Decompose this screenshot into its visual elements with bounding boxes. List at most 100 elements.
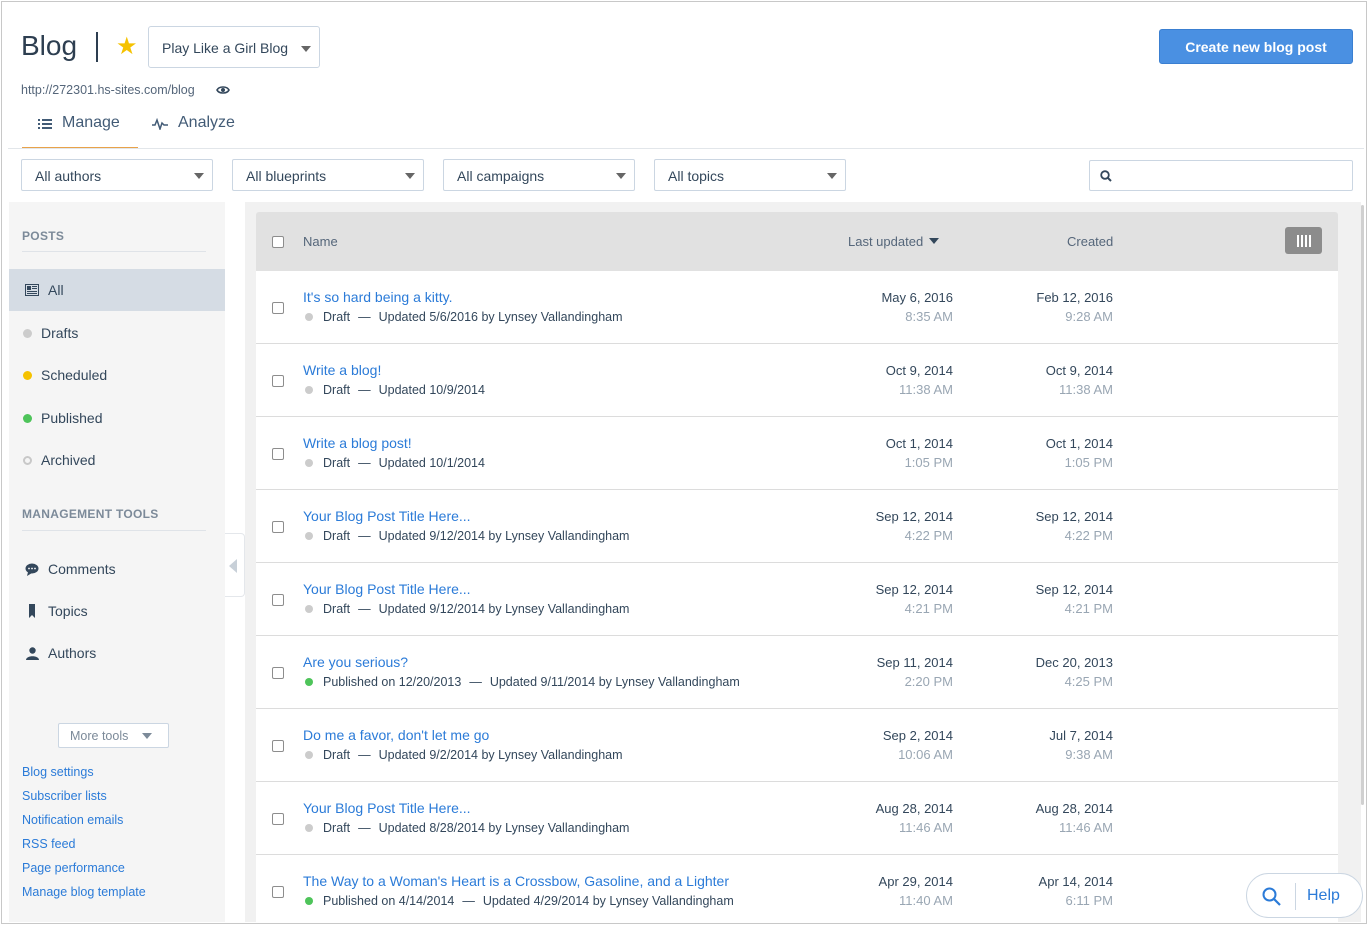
sidebar-item-scheduled[interactable]: Scheduled [9,354,225,396]
collapse-sidebar-button[interactable] [225,533,245,597]
table-row[interactable]: It's so hard being a kitty. Draft — Updated… [256,271,1338,344]
rss-feed-link[interactable]: RSS feed [22,837,76,851]
last-updated-date: Oct 1, 2014 [885,436,953,451]
manage-blog-template-link[interactable]: Manage blog template [22,885,146,899]
sidebar-item-label: Authors [48,645,97,661]
sidebar-item-drafts[interactable]: Drafts [9,312,225,354]
table-row[interactable]: The Way to a Woman's Heart is a Crossbow… [256,855,1338,923]
blog-selector[interactable]: Play Like a Girl Blog [148,26,320,68]
sort-desc-icon [929,238,940,244]
row-checkbox[interactable] [272,448,284,460]
post-updated-info: Updated 9/2/2014 by Lynsey Vallandingham [378,748,623,762]
table-row[interactable]: Are you serious? Published on 12/20/2013 —… [256,636,1338,709]
row-checkbox[interactable] [272,594,284,606]
help-button[interactable]: Help [1307,887,1340,905]
column-last-updated[interactable]: Last updated [848,234,940,249]
search-icon[interactable] [1262,887,1281,906]
chevron-down-icon [405,173,415,179]
sidebar-item-archived[interactable]: Archived [9,439,225,481]
column-name[interactable]: Name [303,234,338,249]
post-updated-info: Updated 9/12/2014 by Lynsey Vallandingha… [378,529,630,543]
create-blog-post-button[interactable]: Create new blog post [1159,29,1353,64]
sidebar-item-comments[interactable]: Comments [9,548,225,590]
scrollbar[interactable] [1361,205,1364,805]
table-row[interactable]: Your Blog Post Title Here... Draft — Update… [256,782,1338,855]
last-updated-date: Sep 11, 2014 [876,655,953,670]
sidebar-item-published[interactable]: Published [9,397,225,439]
status-dot-icon [23,328,32,338]
sidebar-item-authors[interactable]: Authors [9,632,225,674]
post-title-link[interactable]: Your Blog Post Title Here... [303,800,471,816]
sidebar-item-label: Comments [48,561,116,577]
tab-manage[interactable]: Manage [22,114,138,149]
chevron-down-icon [194,173,204,179]
tab-analyze[interactable]: Analyze [152,114,235,149]
status-dot-icon [23,413,32,423]
column-created[interactable]: Created [1067,234,1113,249]
table-row[interactable]: Your Blog Post Title Here... Draft — Update… [256,563,1338,636]
filter-topics[interactable]: All topics [654,159,846,191]
post-title-link[interactable]: Write a blog! [303,362,381,378]
post-title-link[interactable]: It's so hard being a kitty. [303,289,453,305]
created-time: 1:05 PM [1064,455,1113,470]
search-icon [1100,170,1112,182]
help-widget[interactable]: Help [1246,873,1363,918]
status-dot-icon [305,605,313,613]
analytics-icon [152,118,168,130]
created-time: 4:25 PM [1064,674,1113,689]
status-dot-icon [305,751,313,759]
sidebar-item-label: Archived [41,452,96,468]
subscriber-lists-link[interactable]: Subscriber lists [22,789,107,803]
dash-separator: — [358,602,371,616]
post-title-link[interactable]: Do me a favor, don't let me go [303,727,489,743]
dash-separator: — [358,748,371,762]
last-updated-date: Oct 9, 2014 [885,363,953,378]
blog-url: http://272301.hs-sites.com/blog [21,83,195,97]
post-title-link[interactable]: Your Blog Post Title Here... [303,508,471,524]
table-row[interactable]: Do me a favor, don't let me go Draft — Upda… [256,709,1338,782]
bookmark-icon [23,604,41,618]
notification-emails-link[interactable]: Notification emails [22,813,123,827]
search-input[interactable] [1089,160,1353,191]
tab-divider [8,148,1364,149]
status-dot-icon [305,678,313,686]
created-date: Sep 12, 2014 [1035,582,1113,597]
table-row[interactable]: Your Blog Post Title Here... Draft — Update… [256,490,1338,563]
row-checkbox[interactable] [272,740,284,752]
row-checkbox[interactable] [272,521,284,533]
post-meta: Published on 4/14/2014 — Updated 4/29/2014… [305,894,734,908]
post-updated-info: Updated 10/9/2014 [378,383,485,397]
page-performance-link[interactable]: Page performance [22,861,125,875]
filter-blueprints[interactable]: All blueprints [232,159,424,191]
sidebar-item-topics[interactable]: Topics [9,590,225,632]
select-all-checkbox[interactable] [272,236,284,248]
status-dot-icon [305,897,313,905]
status-dot-icon [23,370,32,380]
sidebar-item-all[interactable]: All [9,269,225,311]
created-date: Feb 12, 2016 [1036,290,1113,305]
filter-campaigns[interactable]: All campaigns [443,159,635,191]
post-title-link[interactable]: Are you serious? [303,654,408,670]
eye-icon[interactable] [216,84,230,96]
sidebar-item-label: Topics [48,603,88,619]
post-title-link[interactable]: Your Blog Post Title Here... [303,581,471,597]
table-row[interactable]: Write a blog post! Draft — Updated 10/1/201… [256,417,1338,490]
row-checkbox[interactable] [272,302,284,314]
blog-settings-link[interactable]: Blog settings [22,765,94,779]
dash-separator: — [358,456,371,470]
row-checkbox[interactable] [272,886,284,898]
created-time: 11:46 AM [1059,820,1113,835]
post-updated-info: Updated 9/12/2014 by Lynsey Vallandingha… [378,602,630,616]
row-checkbox[interactable] [272,375,284,387]
post-title-link[interactable]: Write a blog post! [303,435,412,451]
chevron-left-icon [229,559,237,573]
last-updated-date: Sep 12, 2014 [875,509,953,524]
row-checkbox[interactable] [272,667,284,679]
post-title-link[interactable]: The Way to a Woman's Heart is a Crossbow… [303,873,729,889]
more-tools-button[interactable]: More tools [58,723,169,748]
star-icon[interactable]: ★ [116,35,138,59]
table-row[interactable]: Write a blog! Draft — Updated 10/9/2014 Oct … [256,344,1338,417]
row-checkbox[interactable] [272,813,284,825]
filter-authors[interactable]: All authors [21,159,213,191]
column-settings-button[interactable] [1285,227,1322,254]
